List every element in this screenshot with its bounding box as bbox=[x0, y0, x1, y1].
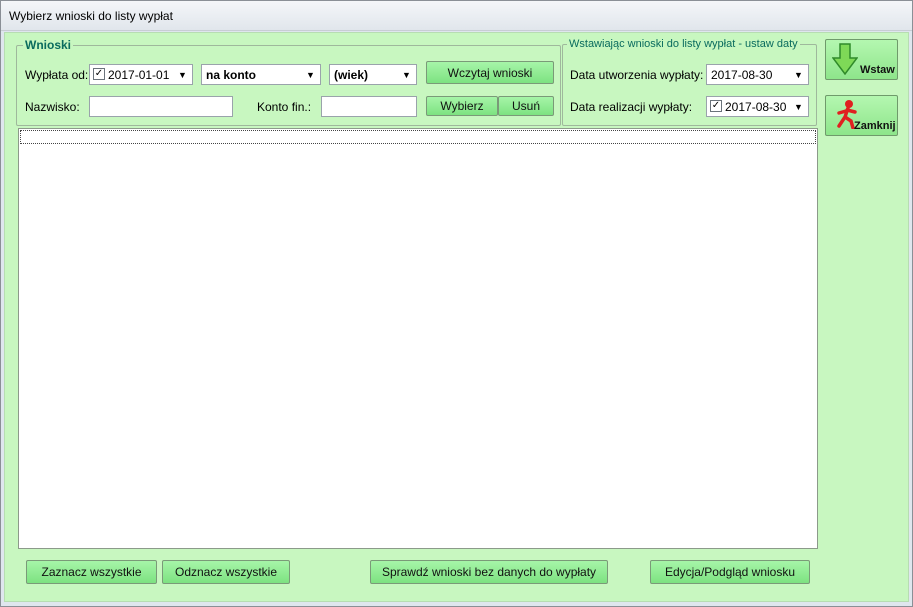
zamknij-button[interactable]: Zamknij bbox=[825, 95, 898, 136]
chevron-down-icon[interactable]: ▼ bbox=[791, 67, 806, 82]
wyplata-od-date-picker[interactable]: ✓ 2017-01-01 ▼ bbox=[89, 64, 193, 85]
chevron-down-icon[interactable]: ▼ bbox=[303, 67, 318, 82]
wyplata-od-label: Wypłata od: bbox=[25, 68, 89, 82]
konto-fin-input[interactable] bbox=[321, 96, 417, 117]
wiek-select[interactable]: (wiek) ▼ bbox=[329, 64, 417, 85]
data-realizacji-checkbox[interactable]: ✓ bbox=[710, 100, 722, 112]
data-utworzenia-label: Data utworzenia wypłaty: bbox=[570, 68, 704, 82]
wiek-value: (wiek) bbox=[334, 68, 369, 82]
data-realizacji-picker[interactable]: ✓ 2017-08-30 ▼ bbox=[706, 96, 809, 117]
zaznacz-wszystkie-button[interactable]: Zaznacz wszystkie bbox=[26, 560, 157, 584]
arrow-down-icon bbox=[831, 43, 859, 78]
dialog-window: Wybierz wnioski do listy wypłat Wnioski … bbox=[0, 0, 913, 607]
wybierz-button[interactable]: Wybierz bbox=[426, 96, 498, 116]
wstaw-label: Wstaw bbox=[860, 64, 895, 76]
dialog-client-area: Wnioski Wypłata od: ✓ 2017-01-01 ▼ na ko… bbox=[4, 32, 909, 602]
usun-button[interactable]: Usuń bbox=[498, 96, 554, 116]
wyplata-od-checkbox[interactable]: ✓ bbox=[93, 68, 105, 80]
zamknij-label: Zamknij bbox=[854, 120, 896, 132]
data-realizacji-label: Data realizacji wypłaty: bbox=[570, 100, 693, 114]
typ-wyplaty-select[interactable]: na konto ▼ bbox=[201, 64, 321, 85]
daty-legend: Wstawiając wnioski do listy wypłat - ust… bbox=[569, 38, 798, 50]
title-bar[interactable]: Wybierz wnioski do listy wypłat bbox=[1, 1, 912, 31]
list-focus-row[interactable] bbox=[20, 130, 816, 144]
nazwisko-input[interactable] bbox=[89, 96, 233, 117]
chevron-down-icon[interactable]: ▼ bbox=[399, 67, 414, 82]
edycja-podglad-button[interactable]: Edycja/Podgląd wniosku bbox=[650, 560, 810, 584]
wnioski-legend: Wnioski bbox=[25, 38, 72, 52]
wnioski-list[interactable] bbox=[18, 128, 818, 549]
odznacz-wszystkie-button[interactable]: Odznacz wszystkie bbox=[162, 560, 290, 584]
sprawdz-wnioski-button[interactable]: Sprawdź wnioski bez danych do wypłaty bbox=[370, 560, 608, 584]
nazwisko-label: Nazwisko: bbox=[25, 100, 80, 114]
chevron-down-icon[interactable]: ▼ bbox=[791, 99, 806, 114]
typ-wyplaty-value: na konto bbox=[206, 68, 256, 82]
chevron-down-icon[interactable]: ▼ bbox=[175, 67, 190, 82]
data-utworzenia-picker[interactable]: 2017-08-30 ▼ bbox=[706, 64, 809, 85]
data-realizacji-value: 2017-08-30 bbox=[725, 100, 787, 114]
konto-fin-label: Konto fin.: bbox=[257, 100, 312, 114]
wstaw-button[interactable]: Wstaw bbox=[825, 39, 898, 80]
window-title: Wybierz wnioski do listy wypłat bbox=[9, 9, 173, 23]
wyplata-od-date-value: 2017-01-01 bbox=[108, 68, 170, 82]
data-utworzenia-value: 2017-08-30 bbox=[711, 68, 773, 82]
wczytaj-wnioski-button[interactable]: Wczytaj wnioski bbox=[426, 61, 554, 84]
